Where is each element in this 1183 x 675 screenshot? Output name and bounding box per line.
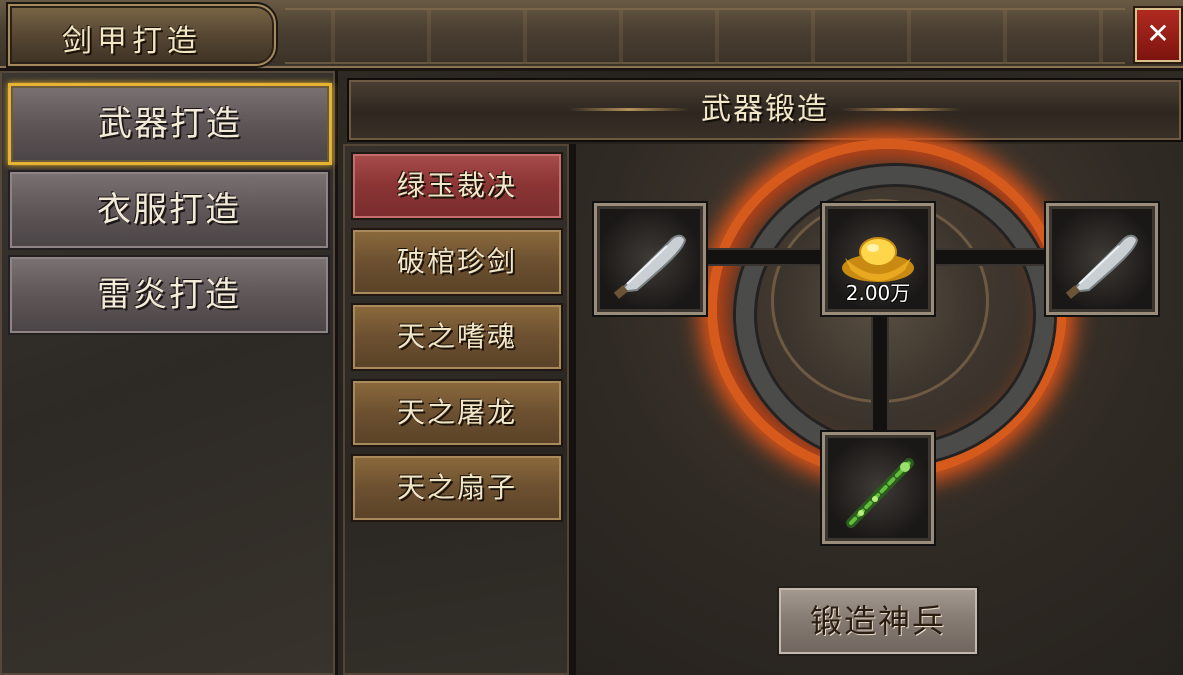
weapon-item-coffin-sword[interactable]: 破棺珍剑 bbox=[351, 228, 563, 296]
weapon-item-dragon-slayer[interactable]: 天之屠龙 bbox=[351, 379, 563, 447]
tab-weapon-forge[interactable]: 武器打造 bbox=[8, 83, 332, 165]
cost-slot[interactable]: 2.00万 bbox=[822, 203, 934, 315]
title-ornament bbox=[285, 8, 1125, 64]
result-slot[interactable] bbox=[822, 432, 934, 544]
tab-label: 雷炎打造 bbox=[97, 275, 241, 315]
forge-button[interactable]: 锻造神兵 bbox=[777, 586, 979, 656]
cost-amount: 2.00万 bbox=[845, 281, 911, 305]
section-header: 武器锻造 bbox=[347, 78, 1183, 142]
weapon-item-fan[interactable]: 天之扇子 bbox=[351, 454, 563, 522]
weapon-item-label: 天之嗜魂 bbox=[396, 320, 517, 353]
green-jade-weapon-icon bbox=[846, 458, 914, 528]
material-slot-right[interactable] bbox=[1046, 203, 1158, 315]
weapon-item-label: 绿玉裁决 bbox=[396, 169, 517, 202]
weapon-item-label: 天之扇子 bbox=[396, 471, 517, 504]
forge-button-label: 锻造神兵 bbox=[809, 602, 946, 640]
material-slot-left[interactable] bbox=[594, 203, 706, 315]
forge-window: 剑甲打造 ✕ 武器打造 衣服打造 雷炎打造 武器锻造 绿玉裁决 破棺珍剑 天之嗜… bbox=[0, 0, 1183, 675]
tab-label: 衣服打造 bbox=[97, 190, 241, 230]
tab-clothes-forge[interactable]: 衣服打造 bbox=[8, 170, 330, 250]
section-title: 武器锻造 bbox=[701, 92, 829, 127]
tab-label: 武器打造 bbox=[98, 104, 242, 144]
window-title: 剑甲打造 bbox=[62, 24, 202, 59]
weapon-item-label: 破棺珍剑 bbox=[396, 245, 517, 278]
tab-thunder-flame-forge[interactable]: 雷炎打造 bbox=[8, 255, 330, 335]
title-plaque: 剑甲打造 bbox=[8, 4, 276, 66]
weapon-item-soul-devourer[interactable]: 天之嗜魂 bbox=[351, 303, 563, 371]
close-icon: ✕ bbox=[1146, 17, 1170, 50]
blade-weapon-icon bbox=[613, 234, 687, 299]
vertical-connector bbox=[871, 304, 889, 440]
title-bar: 剑甲打造 ✕ bbox=[0, 0, 1183, 71]
blade-weapon-icon bbox=[1065, 234, 1139, 299]
close-button[interactable]: ✕ bbox=[1135, 8, 1181, 62]
weapon-item-label: 天之屠龙 bbox=[396, 396, 517, 429]
weapon-item-green-jade[interactable]: 绿玉裁决 bbox=[351, 152, 563, 220]
